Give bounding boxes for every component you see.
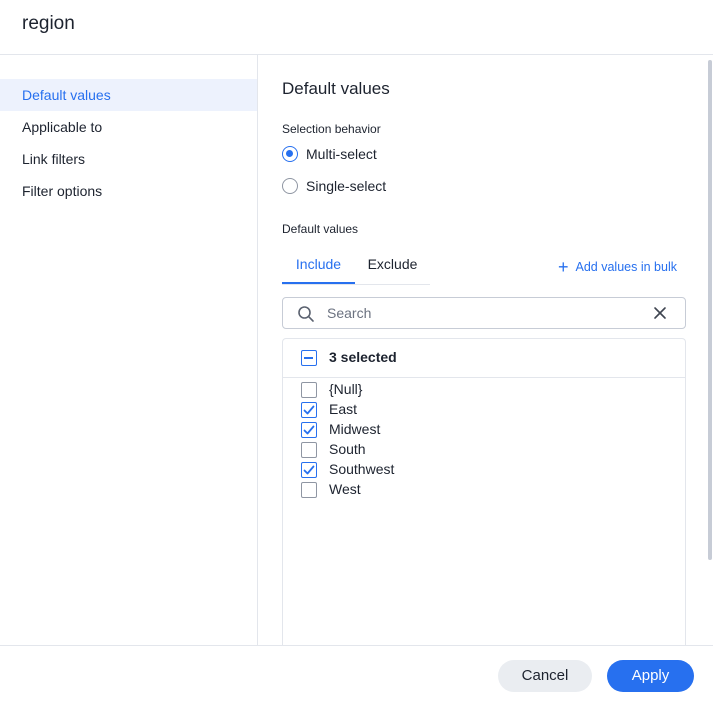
section-title: Default values [282, 79, 390, 98]
dialog-footer: Cancel Apply [0, 645, 713, 704]
radio-multi-select[interactable]: Multi-select [282, 144, 377, 164]
checkmark-icon [303, 405, 315, 415]
radio-single-select[interactable]: Single-select [282, 176, 386, 196]
list-item-label: {Null} [329, 381, 363, 397]
list-item-label: West [329, 481, 361, 497]
list-item[interactable]: Southwest [283, 460, 685, 480]
apply-button[interactable]: Apply [607, 660, 694, 692]
tabs: Include Exclude [282, 247, 430, 285]
values-list: 3 selected {Null} East Midwest South Sou… [282, 338, 686, 645]
list-item-label: Southwest [329, 461, 395, 477]
sidebar-item-applicable-to[interactable]: Applicable to [0, 111, 257, 143]
list-item-label: South [329, 441, 366, 457]
search-input[interactable] [327, 303, 637, 323]
scrollbar[interactable] [707, 55, 713, 645]
sidebar-item-filter-options[interactable]: Filter options [0, 175, 257, 207]
scrollbar-thumb[interactable] [708, 60, 712, 560]
checkbox-checked[interactable] [301, 402, 317, 418]
add-values-in-bulk-button[interactable]: + Add values in bulk [558, 257, 677, 277]
list-item-label: Midwest [329, 421, 381, 437]
default-values-label: Default values [282, 222, 359, 236]
checkbox[interactable] [301, 482, 317, 498]
radio-checked-icon[interactable] [282, 146, 298, 162]
sidebar-item-link-filters[interactable]: Link filters [0, 143, 257, 175]
list-item[interactable]: East [283, 400, 685, 420]
checkbox-checked[interactable] [301, 462, 317, 478]
checkbox[interactable] [301, 442, 317, 458]
sidebar: Default values Applicable to Link filter… [0, 55, 258, 645]
search-box [282, 297, 686, 329]
select-all-checkbox[interactable] [301, 350, 317, 366]
list-item[interactable]: {Null} [283, 380, 685, 400]
radio-label: Multi-select [306, 146, 377, 162]
checkbox[interactable] [301, 382, 317, 398]
search-icon [298, 306, 314, 322]
checkmark-icon [303, 425, 315, 435]
list-item-label: East [329, 401, 358, 417]
close-icon[interactable] [653, 306, 667, 320]
tab-include[interactable]: Include [282, 247, 355, 284]
add-values-in-bulk-label: Add values in bulk [575, 260, 677, 274]
list-item[interactable]: West [283, 480, 685, 500]
tab-exclude[interactable]: Exclude [355, 247, 430, 284]
radio-label: Single-select [306, 178, 387, 194]
selected-count: 3 selected [329, 349, 397, 365]
dialog-header: region [0, 0, 713, 55]
checkbox-checked[interactable] [301, 422, 317, 438]
checkmark-icon [303, 465, 315, 475]
cancel-button[interactable]: Cancel [498, 660, 592, 692]
list-header: 3 selected [283, 339, 685, 378]
selection-behavior-label: Selection behavior [282, 122, 381, 136]
plus-icon: + [558, 257, 569, 277]
radio-unchecked-icon[interactable] [282, 178, 298, 194]
list-item[interactable]: South [283, 440, 685, 460]
dialog-title: region [22, 13, 75, 34]
list-item[interactable]: Midwest [283, 420, 685, 440]
sidebar-item-default-values[interactable]: Default values [0, 79, 257, 111]
main-panel: Default values Selection behavior Multi-… [258, 55, 713, 645]
